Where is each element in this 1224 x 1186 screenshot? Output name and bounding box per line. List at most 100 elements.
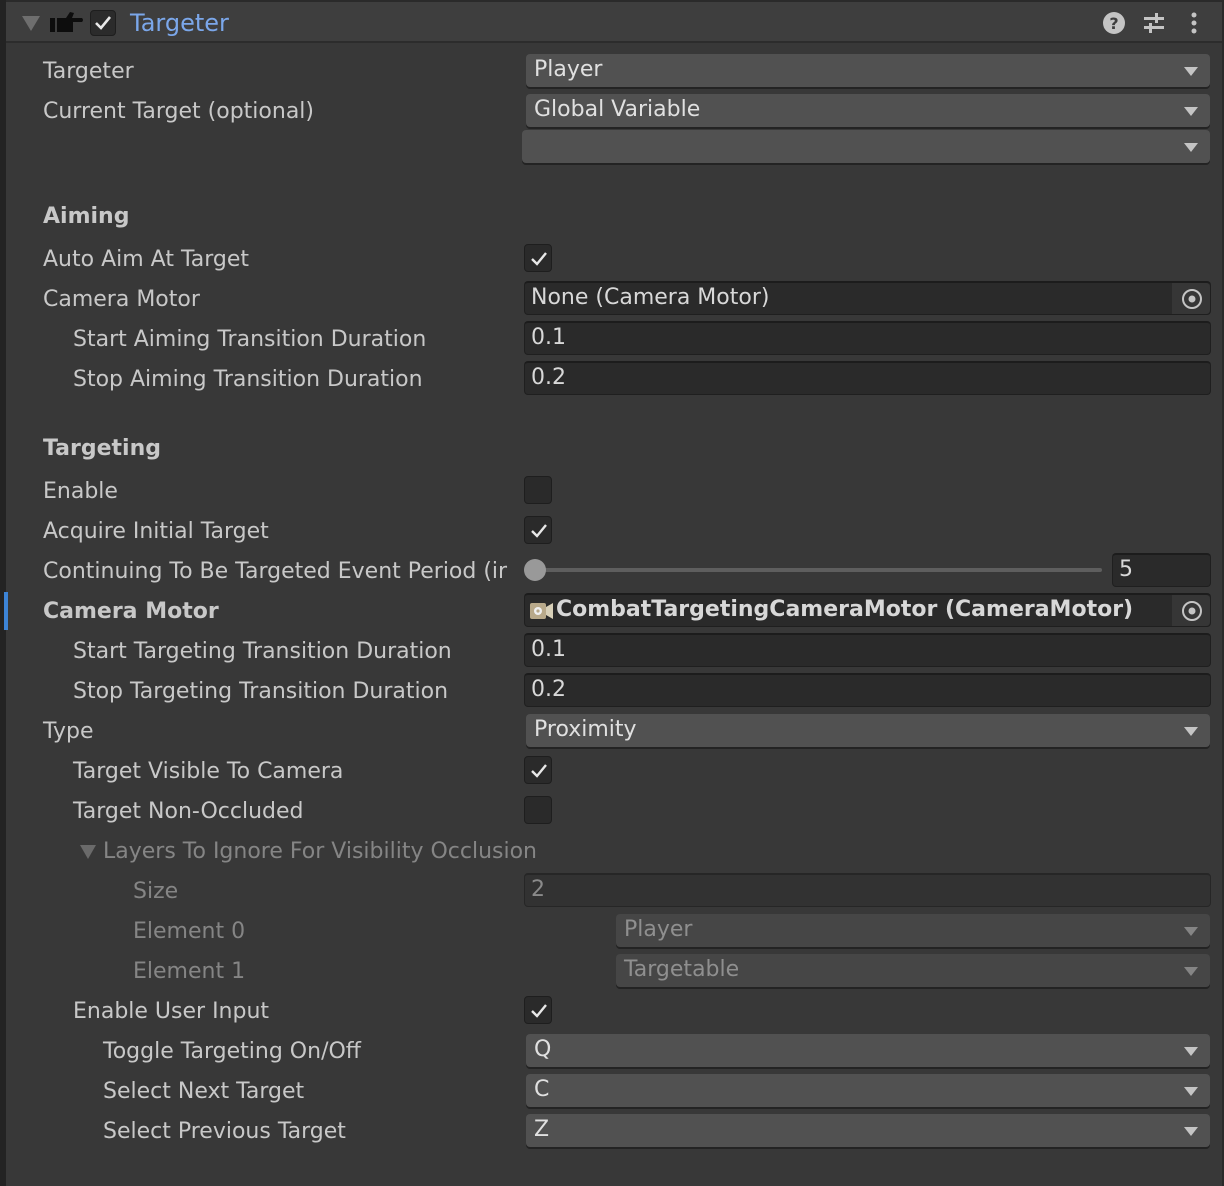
checkmark-icon [531, 764, 547, 778]
auto-aim-row: Auto Aim At Target [0, 240, 1224, 280]
user-input-label: Enable User Input [73, 999, 270, 1024]
component-header[interactable]: Targeter ? [6, 0, 1222, 43]
toggle-key-label: Toggle Targeting On/Off [103, 1039, 361, 1064]
type-label: Type [43, 719, 94, 744]
chevron-down-icon [1184, 1127, 1198, 1136]
component-enabled-checkbox[interactable] [90, 10, 116, 36]
foldout-triangle-icon[interactable] [22, 16, 40, 31]
targeting-camera-motor-label: Camera Motor [43, 599, 219, 624]
start-aiming-label: Start Aiming Transition Duration [73, 327, 427, 352]
user-input-checkbox[interactable] [524, 996, 552, 1024]
prev-key-value: Z [534, 1117, 550, 1142]
aiming-header: Aiming [43, 204, 130, 229]
acquire-initial-label: Acquire Initial Target [43, 519, 269, 544]
targeter-value: Player [534, 57, 603, 82]
targeting-header: Targeting [43, 436, 162, 461]
current-target-label: Current Target (optional) [43, 99, 315, 124]
layer-element-dropdown[interactable]: Player [616, 914, 1210, 947]
svg-text:?: ? [1109, 14, 1118, 33]
pointing-hand-icon [50, 12, 83, 32]
prev-key-dropdown[interactable]: Z [526, 1114, 1210, 1147]
acquire-initial-row: Acquire Initial Target [0, 512, 1224, 552]
aiming-camera-motor-label: Camera Motor [43, 287, 200, 312]
current-target-source-value: Global Variable [534, 97, 701, 122]
auto-aim-label: Auto Aim At Target [43, 247, 250, 272]
object-picker-icon [1182, 289, 1202, 309]
toggle-key-value: Q [534, 1037, 552, 1062]
non-occluded-row: Target Non-Occluded [0, 792, 1224, 832]
layer-element-value: Targetable [624, 957, 740, 982]
event-period-input[interactable]: 5 [1112, 553, 1211, 587]
type-value: Proximity [534, 717, 637, 742]
event-period-slider-track[interactable] [535, 568, 1102, 572]
type-dropdown[interactable]: Proximity [526, 714, 1210, 747]
stop-targeting-label: Stop Targeting Transition Duration [73, 679, 449, 704]
targeter-label: Targeter [43, 59, 134, 84]
chevron-down-icon [1184, 143, 1198, 152]
non-occluded-label: Target Non-Occluded [73, 799, 304, 824]
chevron-down-icon [1184, 1047, 1198, 1056]
layers-size-label: Size [133, 879, 179, 904]
chevron-down-icon [1184, 927, 1198, 936]
targeting-camera-motor-field[interactable]: CombatTargetingCameraMotor (CameraMotor) [524, 593, 1211, 627]
next-key-label: Select Next Target [103, 1079, 305, 1104]
chevron-down-icon [1184, 107, 1198, 116]
sliders-icon[interactable] [1142, 11, 1166, 35]
layer-element-label: Element 1 [133, 959, 246, 984]
object-picker-icon [1182, 601, 1202, 621]
stop-aiming-label: Stop Aiming Transition Duration [73, 367, 423, 392]
checkmark-icon [531, 1004, 547, 1018]
aiming-camera-motor-field[interactable]: None (Camera Motor) [524, 281, 1211, 315]
help-icon[interactable]: ? [1102, 11, 1126, 35]
start-targeting-label: Start Targeting Transition Duration [73, 639, 452, 664]
targeter-dropdown[interactable]: Player [526, 54, 1210, 87]
start-targeting-input[interactable]: 0.1 [524, 633, 1211, 667]
current-target-source-dropdown[interactable]: Global Variable [526, 94, 1210, 127]
user-input-row: Enable User Input [0, 992, 1224, 1032]
visible-to-camera-row: Target Visible To Camera [0, 752, 1224, 792]
non-occluded-checkbox[interactable] [524, 796, 552, 824]
object-picker-button[interactable] [1172, 283, 1210, 314]
stop-targeting-value: 0.2 [531, 677, 566, 702]
layer-element-dropdown[interactable]: Targetable [616, 954, 1210, 987]
event-period-value: 5 [1119, 557, 1133, 582]
layers-size-value: 2 [531, 877, 545, 902]
auto-aim-checkbox[interactable] [524, 244, 552, 272]
layers-ignore-row: Layers To Ignore For Visibility Occlusio… [0, 832, 1224, 872]
acquire-initial-checkbox[interactable] [524, 516, 552, 544]
chevron-down-icon [1184, 1087, 1198, 1096]
layers-ignore-label[interactable]: Layers To Ignore For Visibility Occlusio… [103, 839, 537, 864]
layer-element-value: Player [624, 917, 693, 942]
next-key-value: C [534, 1077, 550, 1102]
visible-to-camera-checkbox[interactable] [524, 756, 552, 784]
aiming-camera-motor-value: None (Camera Motor) [531, 285, 770, 310]
component-title[interactable]: Targeter [130, 9, 229, 37]
toggle-key-dropdown[interactable]: Q [526, 1034, 1210, 1067]
stop-aiming-input[interactable]: 0.2 [524, 361, 1211, 395]
stop-targeting-input[interactable]: 0.2 [524, 673, 1211, 707]
chevron-down-icon [1184, 967, 1198, 976]
camera-motor-script-icon [530, 603, 553, 619]
layer-element-label: Element 0 [133, 919, 246, 944]
kebab-menu-icon[interactable] [1182, 11, 1206, 35]
checkmark-icon [95, 16, 112, 30]
object-picker-button[interactable] [1172, 595, 1210, 626]
checkmark-icon [531, 524, 547, 538]
enable-label: Enable [43, 479, 118, 504]
start-targeting-value: 0.1 [531, 637, 566, 662]
enable-checkbox[interactable] [524, 476, 552, 504]
prev-key-label: Select Previous Target [103, 1119, 346, 1144]
event-period-label: Continuing To Be Targeted Event Period (… [43, 559, 508, 584]
checkmark-icon [531, 252, 547, 266]
chevron-down-icon [1184, 727, 1198, 736]
event-period-slider-handle[interactable] [524, 559, 546, 581]
enable-row: Enable [0, 472, 1224, 512]
next-key-dropdown[interactable]: C [526, 1074, 1210, 1107]
start-aiming-input[interactable]: 0.1 [524, 321, 1211, 355]
visible-to-camera-label: Target Visible To Camera [73, 759, 344, 784]
layers-size-input[interactable]: 2 [524, 873, 1211, 907]
chevron-down-icon [1184, 67, 1198, 76]
current-target-variable-dropdown[interactable] [522, 130, 1210, 163]
start-aiming-value: 0.1 [531, 325, 566, 350]
event-period-row: Continuing To Be Targeted Event Period (… [0, 552, 1224, 592]
